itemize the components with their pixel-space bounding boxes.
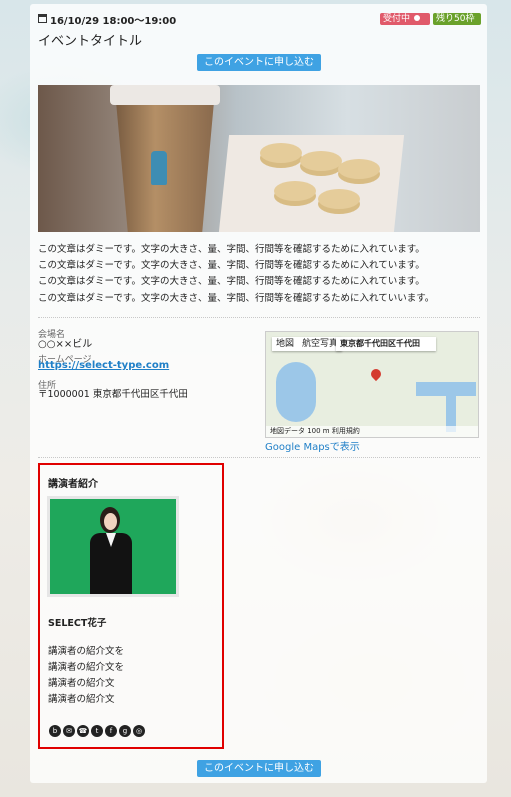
blog-icon[interactable]: b xyxy=(49,725,61,737)
facebook-icon[interactable]: f xyxy=(105,725,117,737)
speaker-photo xyxy=(47,496,179,597)
speaker-social-icons: b ✉ ☎ t f g ◎ xyxy=(49,725,145,737)
remaining-badge: 残り50枠 xyxy=(433,13,481,25)
speaker-section: 講演者紹介 SELECT花子 講演者の紹介文を 講演者の紹介文を 講演者の紹介文… xyxy=(38,463,224,749)
description-line: この文章はダミーです。文字の大きさ、量、字間、行間等を確認するために入れています… xyxy=(38,276,425,288)
phone-icon[interactable]: ☎ xyxy=(77,725,89,737)
macaron-shape xyxy=(274,181,316,201)
apply-button-bottom[interactable]: このイベントに申し込む xyxy=(197,760,321,777)
speaker-bio-line: 講演者の紹介文 xyxy=(48,678,115,689)
google-map[interactable]: 地図 航空写真 東京都千代田区千代田 地図データ 100 m 利用規約 xyxy=(265,331,479,438)
divider xyxy=(38,457,480,458)
map-pin-icon xyxy=(368,366,384,382)
map-footer: 地図データ 100 m 利用規約 xyxy=(266,426,478,437)
event-date: 16/10/29 18:00～19:00 xyxy=(38,12,176,27)
macaron-shape xyxy=(338,159,380,179)
speaker-bio-line: 講演者の紹介文を xyxy=(48,662,125,673)
bottle-logo-shape xyxy=(151,151,167,185)
map-tab-map[interactable]: 地図 xyxy=(272,337,298,351)
divider xyxy=(38,317,480,318)
map-water xyxy=(276,362,316,422)
macaron-shape xyxy=(260,143,302,163)
google-maps-link[interactable]: Google Mapsで表示 xyxy=(265,438,360,453)
macaron-shape xyxy=(318,189,360,209)
description-line: この文章はダミーです。文字の大きさ、量、字間、行間等を確認するために入れていいま… xyxy=(38,292,435,304)
map-address-box: 東京都千代田区千代田 xyxy=(336,337,436,351)
map-type-tabs: 地図 航空写真 xyxy=(272,337,343,351)
description-line: この文章はダミーです。文字の大きさ、量、字間、行間等を確認するために入れています… xyxy=(38,260,425,272)
event-description: この文章はダミーです。文字の大きさ、量、字間、行間等を確認するために入れています… xyxy=(38,242,483,307)
speaker-bio-line: 講演者の紹介文を xyxy=(48,646,125,657)
coffee-lid-shape xyxy=(110,85,220,105)
macaron-shape xyxy=(300,151,342,171)
description-line: この文章はダミーです。文字の大きさ、量、字間、行間等を確認するために入れています… xyxy=(38,244,425,255)
event-date-text: 16/10/29 18:00～19:00 xyxy=(50,16,177,27)
status-dot-icon xyxy=(414,15,421,21)
event-title: イベントタイトル xyxy=(38,34,143,49)
speaker-bio: 講演者の紹介文を 講演者の紹介文を 講演者の紹介文 講演者の紹介文 xyxy=(48,644,124,708)
apply-button-top[interactable]: このイベントに申し込む xyxy=(197,54,321,71)
speaker-bio-line: 講演者の紹介文 xyxy=(48,694,115,705)
event-card: 16/10/29 18:00～19:00 受付中 残り50枠 イベントタイトル … xyxy=(30,4,487,783)
twitter-icon[interactable]: t xyxy=(91,725,103,737)
homepage-link[interactable]: https://select-type.com xyxy=(38,360,169,371)
person-face-shape xyxy=(104,513,117,530)
speaker-section-title: 講演者紹介 xyxy=(48,479,98,490)
address-value: 〒1000001 東京都千代田区千代田 xyxy=(38,389,188,400)
google-plus-icon[interactable]: g xyxy=(119,725,131,737)
speaker-name: SELECT花子 xyxy=(48,618,107,629)
instagram-icon[interactable]: ◎ xyxy=(133,725,145,737)
macaron-box-shape xyxy=(218,135,405,232)
venue-value: ○○××ビル xyxy=(38,339,93,350)
calendar-icon xyxy=(38,14,47,23)
status-badge: 受付中 xyxy=(380,13,430,25)
mail-icon[interactable]: ✉ xyxy=(63,725,75,737)
event-hero-image xyxy=(38,85,480,232)
